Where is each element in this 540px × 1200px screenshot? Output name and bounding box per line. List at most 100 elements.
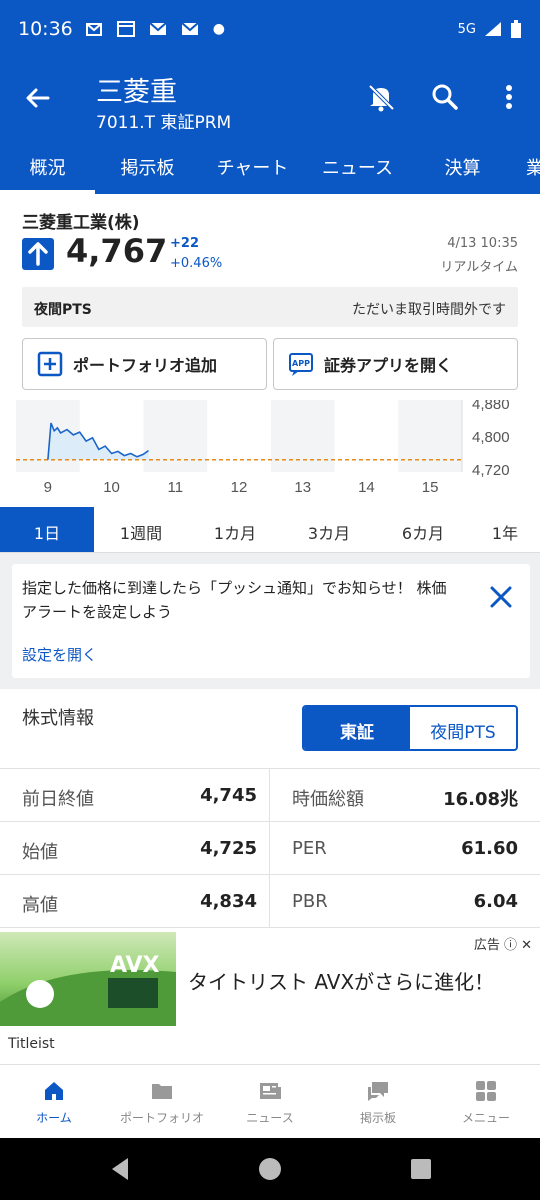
- tab-overview[interactable]: 概況: [0, 138, 95, 194]
- close-icon[interactable]: [488, 584, 514, 610]
- period-tabs: 1日 1週間 1カ月 3カ月 6カ月 1年: [0, 507, 540, 553]
- x-tick-label: 10: [103, 479, 120, 496]
- open-value: 4,725: [200, 838, 257, 859]
- tab-industry[interactable]: 業: [515, 138, 540, 194]
- ad-image-text: AVX: [110, 953, 160, 978]
- period-3m[interactable]: 3カ月: [282, 507, 376, 552]
- stock-info-title: 株式情報: [22, 708, 94, 729]
- toggle-tse[interactable]: 東証: [304, 707, 410, 749]
- current-price: 4,767: [66, 232, 168, 270]
- search-icon[interactable]: [428, 80, 462, 114]
- pts-label: 夜間PTS: [34, 302, 92, 318]
- section-tabs: 概況 掲示板 チャート ニュース 決算 業: [0, 138, 540, 194]
- nav-home[interactable]: ホーム: [0, 1065, 108, 1138]
- x-tick-label: 14: [358, 479, 375, 496]
- chart-band: [143, 400, 208, 472]
- period-1d[interactable]: 1日: [0, 507, 94, 552]
- pts-banner: 夜間PTS ただいま取引時間外です: [22, 287, 518, 327]
- page-subtitle: 7011.T 東証PRM: [96, 113, 232, 133]
- company-name: 三菱重工業(株): [22, 213, 140, 233]
- nav-board[interactable]: 掲示板: [324, 1065, 432, 1138]
- y-tick-label: 4,720: [472, 462, 510, 479]
- ad-image: AVX: [0, 932, 176, 1026]
- per-label: PER: [292, 838, 327, 859]
- chat-icon: [368, 1082, 388, 1101]
- period-6m[interactable]: 6カ月: [376, 507, 470, 552]
- app-header: 三菱重 7011.T 東証PRM: [0, 58, 540, 138]
- system-home-icon[interactable]: [258, 1157, 282, 1181]
- price-datetime: 4/13 10:35: [447, 236, 518, 251]
- market-cap-label: 時価総額: [292, 789, 364, 810]
- x-tick-label: 15: [422, 479, 439, 496]
- x-tick-label: 12: [231, 479, 248, 496]
- price-alert-card: 指定した価格に到達したら「プッシュ通知」でお知らせ！ 株価アラートを設定しよう …: [12, 564, 530, 678]
- alert-text: 指定した価格に到達したら「プッシュ通知」でお知らせ！ 株価アラートを設定しよう: [22, 579, 447, 621]
- toggle-night-pts[interactable]: 夜間PTS: [410, 707, 516, 749]
- x-tick-label: 9: [44, 479, 52, 496]
- chart-band: [270, 400, 335, 472]
- stock-info-table: 前日終値 4,745 時価総額 16.08兆 始値 4,725 PER 61.60 高値…: [0, 768, 540, 928]
- system-navigation: [0, 1138, 540, 1200]
- price-change: +22: [170, 236, 199, 251]
- add-portfolio-button[interactable]: ポートフォリオ追加: [22, 338, 267, 390]
- nav-menu[interactable]: メニュー: [432, 1065, 540, 1138]
- pts-status: ただいま取引時間外です: [352, 302, 506, 318]
- y-tick-label: 4,800: [472, 429, 510, 446]
- tab-earnings[interactable]: 決算: [410, 138, 515, 194]
- page-title: 三菱重: [96, 77, 177, 108]
- folder-icon: [152, 1084, 172, 1099]
- network-label: 5G: [457, 21, 476, 37]
- open-settings-link[interactable]: 設定を開く: [22, 644, 97, 665]
- high-value: 4,834: [200, 891, 257, 912]
- news-icon: [260, 1083, 281, 1099]
- period-1y[interactable]: 1年: [470, 507, 540, 552]
- ad-banner[interactable]: AVX 広告 ⓘ ✕ タイトリスト AVXがさらに進化！ Titleist: [0, 932, 540, 1064]
- price-change-pct: +0.46%: [170, 256, 223, 271]
- back-arrow-icon[interactable]: [22, 82, 54, 114]
- mail-icon: [149, 22, 167, 35]
- grid-icon: [476, 1081, 496, 1101]
- x-tick-label: 13: [294, 479, 311, 496]
- ad-tag[interactable]: 広告 ⓘ ✕: [474, 934, 532, 953]
- chart-band: [398, 400, 462, 472]
- pbr-label: PBR: [292, 891, 328, 912]
- system-back-icon[interactable]: [108, 1156, 132, 1182]
- home-icon: [45, 1082, 63, 1100]
- system-recents-icon[interactable]: [410, 1158, 432, 1180]
- nav-portfolio[interactable]: ポートフォリオ: [108, 1065, 216, 1138]
- table-row: 始値 4,725 PER 61.60: [0, 822, 540, 875]
- tab-news[interactable]: ニュース: [305, 138, 410, 194]
- open-app-button[interactable]: APP 証券アプリを開く: [273, 338, 518, 390]
- battery-icon: [511, 20, 521, 38]
- bell-off-icon[interactable]: [364, 80, 398, 114]
- nav-news[interactable]: ニュース: [216, 1065, 324, 1138]
- open-app-label: 証券アプリを開く: [324, 356, 453, 375]
- prev-close-value: 4,745: [200, 785, 257, 806]
- y-tick-label: 4,880: [472, 400, 510, 413]
- intraday-chart[interactable]: 4,880 4,800 4,720 9 10 11 12 13 14 15: [0, 400, 540, 504]
- more-vert-icon[interactable]: [492, 80, 526, 114]
- realtime-label: リアルタイム: [440, 260, 518, 275]
- svg-text:APP: APP: [292, 359, 310, 368]
- ad-brand: Titleist: [8, 1036, 55, 1052]
- notification-icon: [85, 23, 102, 36]
- exchange-toggle: 東証 夜間PTS: [302, 705, 518, 751]
- period-1m[interactable]: 1カ月: [188, 507, 282, 552]
- ad-headline: タイトリスト AVXがさらに進化！: [188, 970, 495, 994]
- dot-icon: ●: [212, 21, 225, 37]
- status-bar: 10:36 ● 5G: [0, 0, 540, 58]
- market-cap-value: 16.08兆: [443, 789, 518, 810]
- pbr-value: 6.04: [473, 891, 518, 912]
- mail-icon: [181, 22, 199, 35]
- tab-chart[interactable]: チャート: [200, 138, 305, 194]
- status-time: 10:36: [18, 18, 73, 40]
- x-tick-label: 11: [167, 479, 183, 496]
- table-row: 高値 4,834 PBR 6.04: [0, 875, 540, 928]
- add-portfolio-label: ポートフォリオ追加: [73, 356, 218, 375]
- tab-board[interactable]: 掲示板: [95, 138, 200, 194]
- signal-icon: [485, 22, 501, 36]
- bottom-navigation: ホーム ポートフォリオ ニュース 掲示板 メニュー: [0, 1064, 540, 1138]
- period-1w[interactable]: 1週間: [94, 507, 188, 552]
- prev-close-label: 前日終値: [22, 789, 94, 810]
- calendar-icon: [116, 21, 135, 37]
